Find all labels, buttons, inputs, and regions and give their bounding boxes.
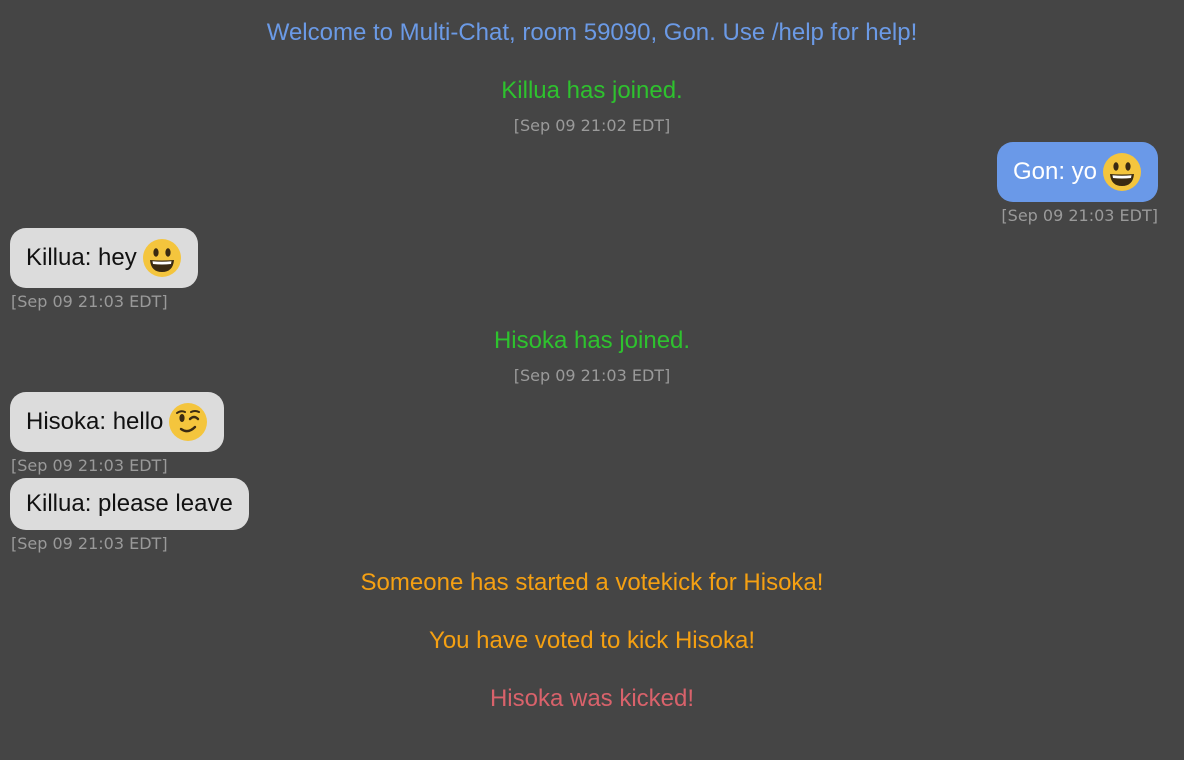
votekick-notice: Someone has started a votekick for Hisok…: [360, 569, 824, 596]
message-timestamp: [Sep 09 21:03 EDT]: [1001, 206, 1158, 225]
join-notice-killua: Killua has joined.: [501, 77, 683, 104]
winking-face-icon: [168, 402, 208, 442]
message-bubble-other: Killua: please leave: [10, 478, 249, 530]
join-notice-killua-timestamp: [Sep 09 21:02 EDT]: [513, 116, 671, 135]
join-notice-hisoka: Hisoka has joined.: [493, 327, 691, 354]
message-timestamp: [Sep 09 21:03 EDT]: [11, 456, 168, 475]
message-bubble-self: Gon: yo: [996, 142, 1158, 202]
message-timestamp: [Sep 09 21:03 EDT]: [11, 292, 168, 311]
message-text: Gon: yo: [1012, 158, 1097, 185]
message-timestamp: [Sep 09 21:03 EDT]: [11, 534, 168, 553]
grinning-face-icon: [1102, 152, 1142, 192]
message-text: Killua: please leave: [26, 490, 233, 517]
welcome-message: Welcome to Multi-Chat, room 59090, Gon. …: [266, 19, 918, 46]
message-text: Hisoka: hello: [26, 408, 164, 435]
message-text: Killua: hey: [26, 244, 137, 271]
join-notice-hisoka-timestamp: [Sep 09 21:03 EDT]: [513, 366, 671, 385]
grinning-face-icon: [142, 238, 182, 278]
vote-confirmation: You have voted to kick Hisoka!: [429, 627, 755, 654]
message-bubble-other: Hisoka: hello: [10, 392, 225, 452]
message-bubble-other: Killua: hey: [10, 228, 198, 288]
kick-notice: Hisoka was kicked!: [489, 685, 695, 712]
